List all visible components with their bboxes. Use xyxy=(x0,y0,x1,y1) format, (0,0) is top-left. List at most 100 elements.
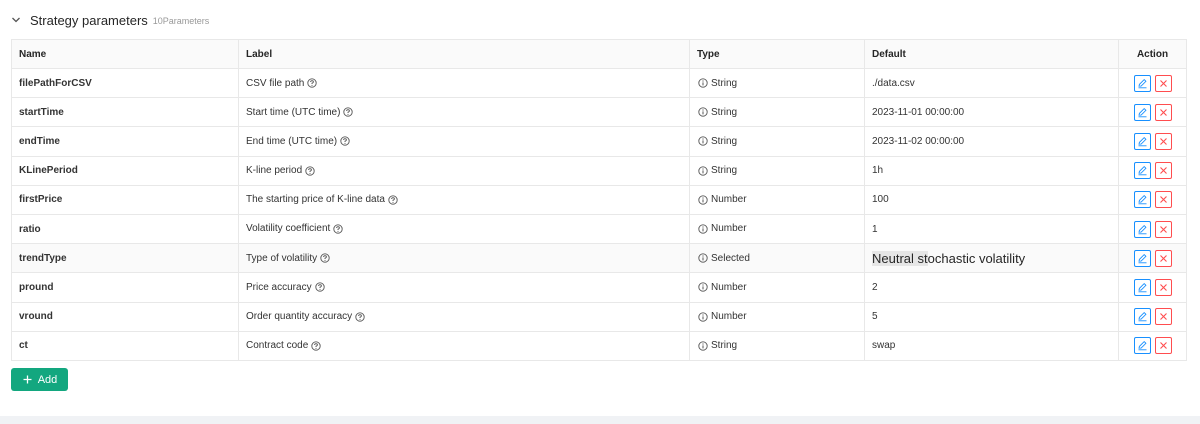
param-type: Number xyxy=(711,194,747,206)
delete-button[interactable] xyxy=(1154,337,1172,355)
edit-button[interactable] xyxy=(1133,103,1151,121)
edit-icon xyxy=(1137,312,1147,322)
close-icon xyxy=(1159,138,1167,145)
delete-button[interactable] xyxy=(1154,278,1172,296)
table-row: KLinePeriod K-line period String 1h xyxy=(11,156,1187,186)
edit-icon xyxy=(1137,195,1147,205)
question-circle-icon[interactable] xyxy=(343,107,354,117)
section-header[interactable]: Strategy parameters 10Parameters xyxy=(11,10,209,30)
param-default: swap xyxy=(864,331,1119,361)
question-circle-icon[interactable] xyxy=(311,341,321,351)
edit-button[interactable] xyxy=(1133,220,1151,238)
param-type: String xyxy=(711,165,738,177)
chevron-down-icon[interactable] xyxy=(11,15,21,25)
table-row: endTime End time (UTC time) String 2023-… xyxy=(11,126,1187,157)
info-circle-icon xyxy=(698,107,708,117)
close-icon xyxy=(1159,167,1167,175)
param-label: End time (UTC time) xyxy=(246,135,338,147)
param-name: startTime xyxy=(11,97,239,128)
param-name: firstPrice xyxy=(11,185,239,215)
param-label: K-line period xyxy=(246,165,303,177)
question-circle-icon[interactable] xyxy=(340,136,350,147)
table-row: trendType Type of volatility Selected Ne… xyxy=(11,243,1187,274)
param-label-cell: The starting price of K-line data xyxy=(238,185,690,215)
table-row: startTime Start time (UTC time) String 2… xyxy=(11,97,1187,128)
parameters-table: Name Label Type Default Action filePathF… xyxy=(11,39,1187,361)
question-circle-icon[interactable] xyxy=(333,224,343,234)
param-label: Contract code xyxy=(246,340,309,352)
param-name: trendType xyxy=(11,243,239,274)
delete-button[interactable] xyxy=(1154,74,1172,92)
param-actions xyxy=(1118,68,1187,99)
param-label-cell: K-line period xyxy=(238,156,690,186)
param-default: Neutral stochastic volatility xyxy=(872,250,1025,266)
param-name: KLinePeriod xyxy=(11,156,239,186)
param-actions xyxy=(1118,302,1187,332)
param-label: Start time (UTC time) xyxy=(246,106,341,118)
param-type-cell: Number xyxy=(689,272,865,303)
info-circle-icon xyxy=(698,224,708,234)
close-icon xyxy=(1159,342,1167,350)
edit-button[interactable] xyxy=(1133,191,1151,209)
question-circle-icon[interactable] xyxy=(355,311,365,322)
info-circle-icon xyxy=(698,253,708,263)
delete-button[interactable] xyxy=(1154,103,1172,121)
table-header-row: Name Label Type Default Action xyxy=(11,39,1187,69)
delete-button[interactable] xyxy=(1154,249,1172,267)
edit-button[interactable] xyxy=(1133,132,1151,150)
param-default: 2023-11-02 00:00:00 xyxy=(864,126,1119,157)
param-type-cell: String xyxy=(689,331,865,361)
add-button-label: Add xyxy=(37,373,58,386)
column-header-label: Label xyxy=(238,39,690,69)
param-type: String xyxy=(711,106,738,118)
param-type: Selected xyxy=(711,252,750,264)
table-row: filePathForCSV CSV file path String ./da… xyxy=(11,68,1187,99)
param-default: 100 xyxy=(864,185,1119,215)
edit-button[interactable] xyxy=(1133,308,1151,326)
edit-icon xyxy=(1137,136,1147,147)
info-circle-icon xyxy=(698,136,708,147)
delete-button[interactable] xyxy=(1154,308,1172,326)
column-header-type: Type xyxy=(689,39,865,69)
edit-button[interactable] xyxy=(1133,162,1151,180)
param-name: pround xyxy=(11,272,239,303)
column-header-name: Name xyxy=(11,39,239,69)
info-circle-icon xyxy=(698,282,708,292)
close-icon xyxy=(1159,254,1167,262)
question-circle-icon[interactable] xyxy=(388,195,398,205)
edit-button[interactable] xyxy=(1133,278,1151,296)
param-label-cell: Type of volatility xyxy=(238,243,690,274)
edit-icon xyxy=(1137,341,1147,351)
param-actions xyxy=(1118,126,1187,157)
edit-button[interactable] xyxy=(1133,337,1151,355)
param-label-cell: CSV file path xyxy=(238,68,690,99)
question-circle-icon[interactable] xyxy=(307,78,318,88)
info-circle-icon xyxy=(698,165,708,176)
param-actions xyxy=(1118,243,1187,274)
delete-button[interactable] xyxy=(1154,132,1172,150)
question-circle-icon[interactable] xyxy=(314,282,325,292)
table-row: ct Contract code String swap xyxy=(11,331,1187,361)
delete-button[interactable] xyxy=(1154,191,1172,209)
param-type-cell: String xyxy=(689,68,865,99)
edit-icon xyxy=(1137,282,1147,293)
param-default: 2 xyxy=(864,272,1119,303)
param-label-cell: Price accuracy xyxy=(238,272,690,303)
param-type: String xyxy=(711,340,738,352)
add-parameter-button[interactable]: Add xyxy=(11,368,68,391)
param-label-cell: Contract code xyxy=(238,331,690,361)
param-name: vround xyxy=(11,302,239,332)
table-row: vround Order quantity accuracy Number 5 xyxy=(11,302,1187,332)
param-default-cell: Neutral stochastic volatility xyxy=(864,243,1119,274)
param-default: ./data.csv xyxy=(864,68,1119,99)
edit-button[interactable] xyxy=(1133,249,1151,267)
param-default: 1 xyxy=(864,214,1119,245)
question-circle-icon[interactable] xyxy=(320,253,330,263)
param-actions xyxy=(1119,331,1187,360)
edit-button[interactable] xyxy=(1133,74,1151,92)
delete-button[interactable] xyxy=(1154,220,1172,238)
param-default: 2023-11-01 00:00:00 xyxy=(864,97,1119,128)
param-default-highlighted: Neutral st xyxy=(872,250,928,266)
question-circle-icon[interactable] xyxy=(305,165,315,176)
delete-button[interactable] xyxy=(1154,162,1172,180)
